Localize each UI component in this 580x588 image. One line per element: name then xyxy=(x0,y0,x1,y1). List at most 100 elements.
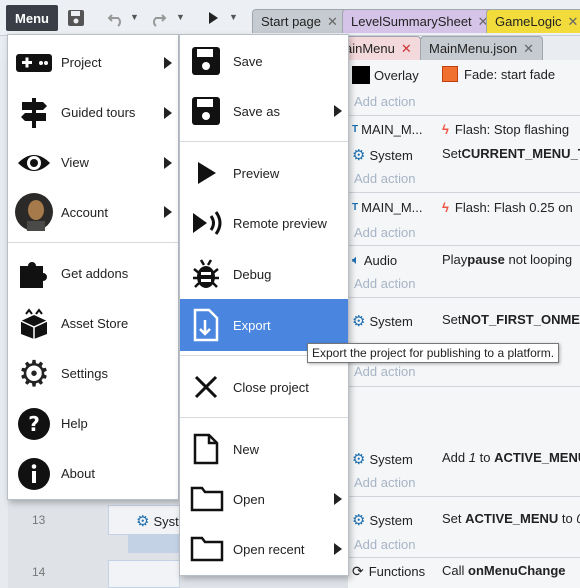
action-set-current-menu[interactable]: Set CURRENT_MENU_TA xyxy=(442,146,580,161)
tab-level-summary-sheet[interactable]: LevelSummarySheet ✕ xyxy=(342,9,498,33)
overlay-object-icon xyxy=(352,66,370,84)
menu-item-project[interactable]: Project xyxy=(8,43,178,83)
line-number: 13 xyxy=(32,513,46,527)
divider xyxy=(348,557,580,558)
action-text: Set xyxy=(442,312,462,327)
submenu-arrow-icon xyxy=(334,543,342,555)
add-action-link[interactable]: Add action xyxy=(354,171,415,186)
close-icon[interactable]: ✕ xyxy=(523,41,534,57)
menu-item-remote-preview[interactable]: Remote preview xyxy=(180,201,348,245)
divider xyxy=(348,192,580,193)
action-flash-stop[interactable]: ϟ Flash: Stop flashing xyxy=(442,122,569,137)
add-action-link[interactable]: Add action xyxy=(354,225,415,240)
condition-functions[interactable]: ⟳ Functions xyxy=(352,563,425,580)
action-play[interactable]: Play pause not looping xyxy=(442,252,572,267)
gear-icon: ⚙ xyxy=(352,313,366,330)
menu-item-new[interactable]: New xyxy=(180,427,348,471)
gear-icon: ⚙ xyxy=(352,512,366,529)
menu-item-label: View xyxy=(61,155,89,170)
menu-item-label: Save xyxy=(233,54,263,69)
condition-system-3[interactable]: ⚙ System xyxy=(352,450,413,468)
menu-item-preview[interactable]: Preview xyxy=(180,151,348,195)
object-name: MAIN_M... xyxy=(361,200,423,215)
gear-icon: ⚙ xyxy=(352,451,366,468)
variable-name: ACTIVE_MENU xyxy=(494,450,580,465)
submenu-arrow-icon xyxy=(164,107,172,119)
menu-item-label: Export xyxy=(233,318,271,333)
menu-item-guided-tours[interactable]: Guided tours xyxy=(8,93,178,133)
condition-main-menu-1[interactable]: T MAIN_M... xyxy=(352,122,423,137)
play-dropdown-icon[interactable]: ▼ xyxy=(229,12,238,22)
condition-system-2[interactable]: ⚙ System xyxy=(352,312,413,330)
action-flash[interactable]: ϟ Flash: Flash 0.25 on xyxy=(442,200,573,215)
menu-item-label: Get addons xyxy=(61,266,129,281)
submenu-arrow-icon xyxy=(164,57,172,69)
menu-item-label: Asset Store xyxy=(61,316,129,331)
condition-system-1[interactable]: ⚙ System xyxy=(352,146,413,164)
variable-name: NOT_FIRST_ONMEN xyxy=(461,312,580,327)
menu-button[interactable]: Menu xyxy=(6,5,58,31)
close-icon[interactable]: ✕ xyxy=(567,14,578,30)
condition-system-4[interactable]: ⚙ System xyxy=(352,511,413,529)
menu-item-about[interactable]: About xyxy=(8,453,178,493)
menu-item-view[interactable]: View xyxy=(8,143,178,183)
condition-audio[interactable]: 🔈︎ Audio xyxy=(352,252,397,268)
fade-icon xyxy=(442,66,458,82)
play-icon xyxy=(192,159,220,187)
add-action-link[interactable]: Add action xyxy=(354,475,415,490)
submenu-arrow-icon xyxy=(164,157,172,169)
folder-icon xyxy=(190,485,224,513)
action-text: to xyxy=(558,511,577,526)
menu-item-label: About xyxy=(61,466,95,481)
menu-item-label: Debug xyxy=(233,267,272,282)
menu-item-close-project[interactable]: Close project xyxy=(180,365,348,409)
close-icon xyxy=(192,373,220,401)
tab-start-page[interactable]: Start page ✕ xyxy=(252,9,347,33)
undo-dropdown-icon[interactable]: ▼ xyxy=(130,12,139,22)
menu-item-open[interactable]: Open xyxy=(180,477,348,521)
menu-item-help[interactable]: ? Help xyxy=(8,403,178,443)
project-submenu-panel: Save Save as Preview Remote preview Debu… xyxy=(179,34,349,576)
menu-item-get-addons[interactable]: Get addons xyxy=(8,253,178,293)
menu-item-open-recent[interactable]: Open recent xyxy=(180,527,348,571)
menu-item-save[interactable]: Save xyxy=(180,39,348,83)
line-number: 14 xyxy=(32,565,46,579)
tab-label: LevelSummarySheet xyxy=(351,14,472,29)
play-icon[interactable] xyxy=(203,8,223,28)
close-icon[interactable]: ✕ xyxy=(327,14,338,30)
add-action-link[interactable]: Add action xyxy=(354,364,415,379)
close-icon[interactable]: ✕ xyxy=(401,41,412,57)
menu-item-debug[interactable]: Debug xyxy=(180,251,348,297)
redo-dropdown-icon[interactable]: ▼ xyxy=(176,12,185,22)
add-action-link[interactable]: Add action xyxy=(354,537,415,552)
menu-item-label: Preview xyxy=(233,166,280,181)
condition-system-left[interactable]: ⚙ Syst xyxy=(136,512,179,530)
save-icon[interactable] xyxy=(66,8,86,28)
tab-game-logic[interactable]: GameLogic ✕ xyxy=(486,9,580,33)
undo-icon[interactable] xyxy=(106,8,126,28)
object-name: Overlay xyxy=(374,67,419,83)
divider xyxy=(348,245,580,246)
menu-item-save-as[interactable]: Save as xyxy=(180,89,348,133)
action-text: Call xyxy=(442,563,469,578)
add-action-link[interactable]: Add action xyxy=(354,276,415,291)
menu-item-account[interactable]: Account xyxy=(8,191,178,233)
tab-main-menu-json[interactable]: MainMenu.json ✕ xyxy=(420,36,544,60)
action-text: Set xyxy=(442,511,466,526)
action-set-active-menu[interactable]: Set ACTIVE_MENU to 0 xyxy=(442,511,580,526)
add-action-link[interactable]: Add action xyxy=(354,94,415,109)
action-call-function[interactable]: Call onMenuChange xyxy=(442,563,566,578)
remote-preview-icon xyxy=(190,207,224,239)
redo-icon[interactable] xyxy=(148,8,168,28)
value: 1 xyxy=(468,450,476,465)
menu-item-label: New xyxy=(233,442,260,457)
condition-main-menu-2[interactable]: T MAIN_M... xyxy=(352,200,423,215)
action-fade[interactable]: Fade: start fade xyxy=(442,66,555,82)
puzzle-icon xyxy=(16,256,52,292)
condition-overlay[interactable]: Overlay xyxy=(352,66,419,84)
action-set-not-first[interactable]: Set NOT_FIRST_ONMEN xyxy=(442,312,580,327)
action-add-active-menu[interactable]: Add 1 to ACTIVE_MENU xyxy=(442,450,580,465)
object-name: Audio xyxy=(363,252,398,268)
menu-item-settings[interactable]: ⚙ Settings xyxy=(8,353,178,393)
menu-item-asset-store[interactable]: Asset Store xyxy=(8,303,178,343)
